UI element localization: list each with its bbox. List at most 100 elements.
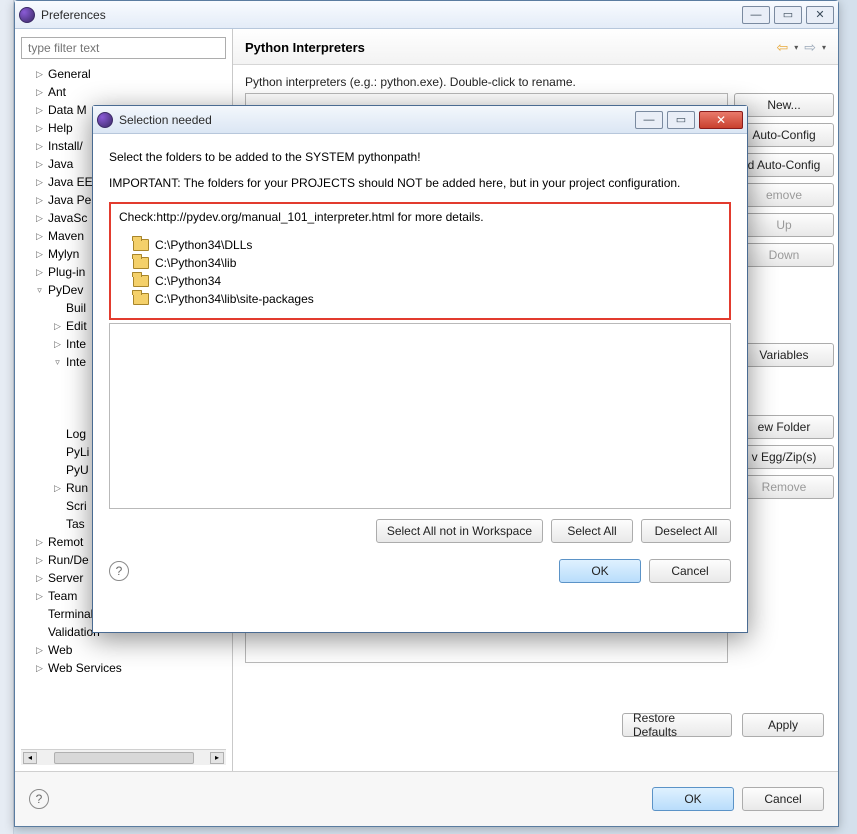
dialog-line2: IMPORTANT: The folders for your PROJECTS… bbox=[109, 176, 731, 190]
dialog-cancel-button[interactable]: Cancel bbox=[649, 559, 731, 583]
folder-item[interactable]: C:\Python34\lib\site-packages bbox=[119, 290, 721, 308]
maximize-button[interactable]: ▭ bbox=[774, 6, 802, 24]
minimize-button[interactable]: — bbox=[742, 6, 770, 24]
tree-item-web[interactable]: ▷Web bbox=[21, 641, 226, 659]
tree-label: Scri bbox=[66, 499, 87, 513]
dialog-maximize-button[interactable]: ▭ bbox=[667, 111, 695, 129]
tree-horizontal-scrollbar[interactable]: ◂ ▸ bbox=[21, 749, 226, 765]
ok-button[interactable]: OK bbox=[652, 787, 734, 811]
folder-icon bbox=[133, 293, 149, 305]
preferences-titlebar[interactable]: Preferences — ▭ ✕ bbox=[15, 1, 838, 29]
tree-item-webservices[interactable]: ▷Web Services bbox=[21, 659, 226, 677]
tree-label: Mylyn bbox=[48, 247, 79, 261]
new-egg-zip-button[interactable]: v Egg/Zip(s) bbox=[734, 445, 834, 469]
scroll-thumb[interactable] bbox=[54, 752, 194, 764]
variables-button[interactable]: Variables bbox=[734, 343, 834, 367]
tree-label: Help bbox=[48, 121, 73, 135]
folder-label: C:\Python34 bbox=[155, 274, 221, 288]
tree-label: Team bbox=[48, 589, 77, 603]
cancel-button[interactable]: Cancel bbox=[742, 787, 824, 811]
forward-menu-caret[interactable]: ▾ bbox=[822, 43, 826, 52]
tree-label: Web Services bbox=[48, 661, 122, 675]
tree-label: Install/ bbox=[48, 139, 83, 153]
back-menu-caret[interactable]: ▾ bbox=[794, 43, 798, 52]
tree-label: Ant bbox=[48, 85, 66, 99]
selection-dialog: Selection needed — ▭ ✕ Select the folder… bbox=[92, 105, 748, 633]
folder-icon bbox=[133, 239, 149, 251]
tree-label: Java EE bbox=[48, 175, 93, 189]
tree-label bbox=[82, 391, 85, 405]
help-icon[interactable]: ? bbox=[29, 789, 49, 809]
restore-defaults-button[interactable]: Restore Defaults bbox=[622, 713, 732, 737]
tree-label: Terminal bbox=[48, 607, 93, 621]
folder-list[interactable] bbox=[109, 323, 731, 509]
forward-arrow-icon[interactable]: ⇨ bbox=[804, 39, 816, 56]
highlight-annotation: Check:http://pydev.org/manual_101_interp… bbox=[109, 202, 731, 320]
tree-item-ant[interactable]: ▷Ant bbox=[21, 83, 226, 101]
select-all-not-in-workspace-button[interactable]: Select All not in Workspace bbox=[376, 519, 543, 543]
folder-item[interactable]: C:\Python34\lib bbox=[119, 254, 721, 272]
dialog-help-icon[interactable]: ? bbox=[109, 561, 129, 581]
select-all-button[interactable]: Select All bbox=[551, 519, 633, 543]
tree-label: Maven bbox=[48, 229, 84, 243]
dialog-titlebar[interactable]: Selection needed — ▭ ✕ bbox=[93, 106, 747, 134]
window-title: Preferences bbox=[41, 8, 736, 22]
dialog-line1: Select the folders to be added to the SY… bbox=[109, 150, 731, 164]
close-button[interactable]: ✕ bbox=[806, 6, 834, 24]
apply-button[interactable]: Apply bbox=[742, 713, 824, 737]
tree-label: Buil bbox=[66, 301, 86, 315]
back-arrow-icon[interactable]: ⇦ bbox=[777, 39, 789, 56]
new-button[interactable]: New... bbox=[734, 93, 834, 117]
up-button[interactable]: Up bbox=[734, 213, 834, 237]
tree-label: Run bbox=[66, 481, 88, 495]
tree-label: Run/De bbox=[48, 553, 89, 567]
tree-label: Remot bbox=[48, 535, 83, 549]
new-folder-button[interactable]: ew Folder bbox=[734, 415, 834, 439]
tree-label: Java Pe bbox=[48, 193, 91, 207]
tree-label: Log bbox=[66, 427, 86, 441]
folder-label: C:\Python34\lib\site-packages bbox=[155, 292, 314, 306]
scroll-left-icon[interactable]: ◂ bbox=[23, 752, 37, 764]
tree-label: PyU bbox=[66, 463, 89, 477]
folder-label: C:\Python34\DLLs bbox=[155, 238, 252, 252]
remove-button[interactable]: emove bbox=[734, 183, 834, 207]
tree-label: PyDev bbox=[48, 283, 83, 297]
tree-label: Edit bbox=[66, 319, 87, 333]
tree-label: PyLi bbox=[66, 445, 89, 459]
dialog-check-link: Check:http://pydev.org/manual_101_interp… bbox=[119, 210, 721, 224]
tree-label: Server bbox=[48, 571, 83, 585]
folder-item[interactable]: C:\Python34 bbox=[119, 272, 721, 290]
tree-label: Web bbox=[48, 643, 72, 657]
tree-label: Plug-in bbox=[48, 265, 85, 279]
tree-label: Inte bbox=[66, 337, 86, 351]
app-icon bbox=[19, 7, 35, 23]
preferences-footer: ? OK Cancel bbox=[15, 771, 838, 826]
filter-input[interactable] bbox=[21, 37, 226, 59]
dialog-close-button[interactable]: ✕ bbox=[699, 111, 743, 129]
advanced-auto-config-button[interactable]: d Auto-Config bbox=[734, 153, 834, 177]
dialog-title: Selection needed bbox=[119, 113, 629, 127]
tree-label: Java bbox=[48, 157, 73, 171]
tree-label bbox=[82, 373, 85, 387]
remove-path-button[interactable]: Remove bbox=[734, 475, 834, 499]
tree-label bbox=[82, 409, 85, 423]
folder-icon bbox=[133, 257, 149, 269]
tree-label: Data M bbox=[48, 103, 87, 117]
page-hint: Python interpreters (e.g.: python.exe). … bbox=[245, 75, 826, 89]
dialog-app-icon bbox=[97, 112, 113, 128]
auto-config-button[interactable]: Auto-Config bbox=[734, 123, 834, 147]
dialog-ok-button[interactable]: OK bbox=[559, 559, 641, 583]
down-button[interactable]: Down bbox=[734, 243, 834, 267]
tree-label: General bbox=[48, 67, 91, 81]
tree-item-general[interactable]: ▷General bbox=[21, 65, 226, 83]
page-title: Python Interpreters bbox=[245, 40, 777, 55]
dialog-minimize-button[interactable]: — bbox=[635, 111, 663, 129]
folder-item[interactable]: C:\Python34\DLLs bbox=[119, 236, 721, 254]
tree-label: JavaSc bbox=[48, 211, 87, 225]
folder-label: C:\Python34\lib bbox=[155, 256, 236, 270]
deselect-all-button[interactable]: Deselect All bbox=[641, 519, 731, 543]
tree-label: Inte bbox=[66, 355, 86, 369]
left-edge-strip bbox=[0, 0, 14, 834]
scroll-right-icon[interactable]: ▸ bbox=[210, 752, 224, 764]
tree-label: Tas bbox=[66, 517, 85, 531]
